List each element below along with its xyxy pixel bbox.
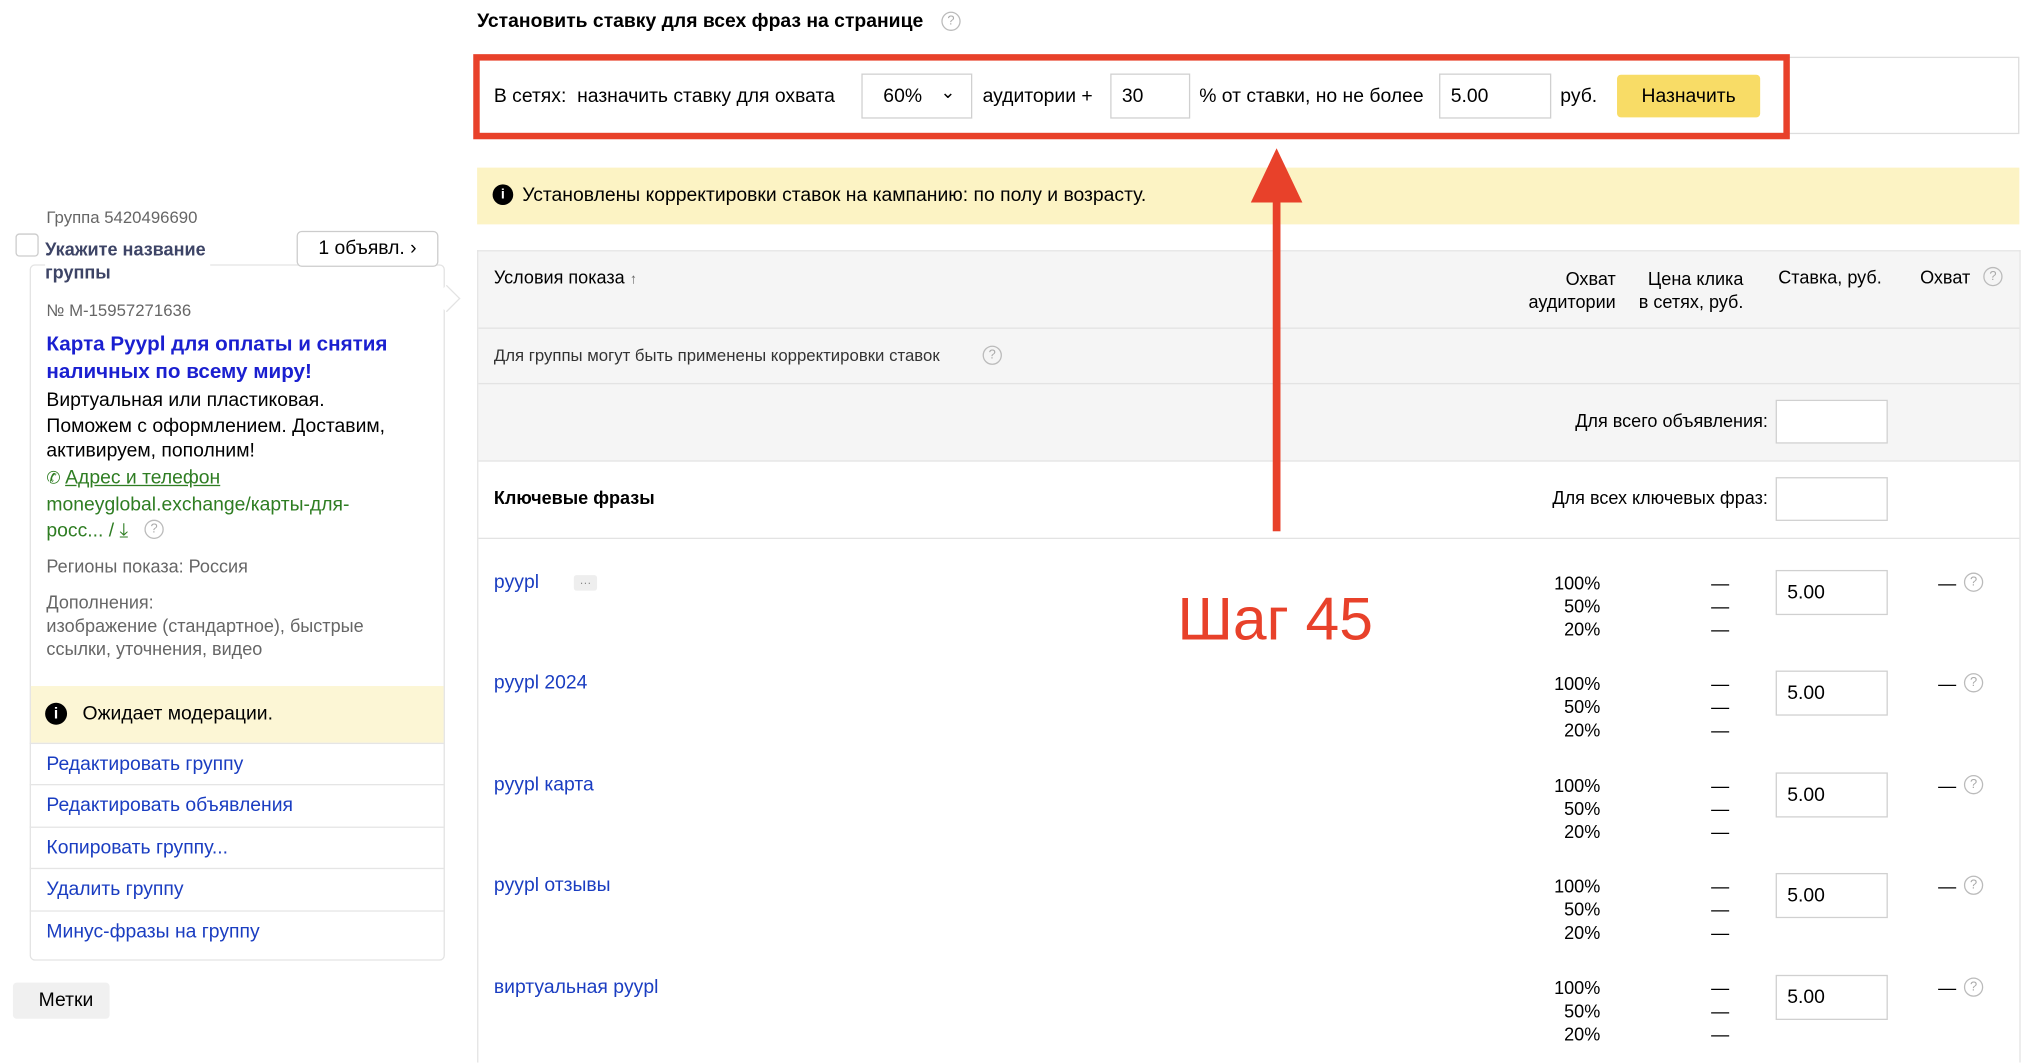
download-icon: ⤓	[119, 519, 129, 542]
column-coverage: Охват	[1920, 266, 1971, 288]
keyword-link[interactable]: pyypl отзывы	[494, 875, 611, 897]
group-id: Группа 5420496690	[46, 207, 198, 227]
reach-values: 100% 50% 20%	[1554, 572, 1601, 640]
price-values: — — —	[1711, 976, 1730, 1044]
coverage-value: —	[1938, 875, 1957, 897]
negative-keywords-link[interactable]: Минус-фразы на группу	[29, 910, 445, 951]
tags-button[interactable]: Метки	[12, 982, 110, 1019]
edit-group-link[interactable]: Редактировать группу	[29, 742, 445, 784]
reach-values: 100% 50% 20%	[1554, 875, 1601, 943]
group-checkbox[interactable]	[15, 233, 39, 257]
adjustments-note: Для группы могут быть применены корректи…	[493, 345, 940, 365]
bulk-title: Установить ставку для всех фраз на стран…	[477, 10, 924, 33]
column-reach: Охват аудитории	[1528, 268, 1616, 313]
all-keywords-bid-input[interactable]	[1775, 477, 1888, 521]
copy-group-link[interactable]: Копировать группу...	[29, 826, 445, 868]
ads-count-button[interactable]: 1 объявл. ›	[296, 230, 439, 267]
bid-input[interactable]: 5.00	[1775, 671, 1888, 717]
more-button[interactable]: ···	[573, 575, 598, 591]
price-values: — — —	[1711, 774, 1730, 842]
bid-input[interactable]: 5.00	[1775, 569, 1888, 616]
delete-group-link[interactable]: Удалить группу	[29, 867, 445, 909]
annotation-arrow-head	[1250, 148, 1303, 203]
column-bid: Ставка, руб.	[1778, 266, 1882, 288]
extras: Дополнения: изображение (стандартное), бы…	[46, 591, 364, 659]
reach-values: 100% 50% 20%	[1554, 976, 1601, 1044]
price-values: — — —	[1711, 673, 1730, 741]
group-name-input[interactable]: Укажите название группы	[45, 237, 211, 284]
info-icon: i	[492, 184, 514, 206]
keyword-link[interactable]: виртуальная pyypl	[494, 976, 659, 998]
phone-icon: ✆	[46, 468, 66, 488]
all-keywords-label: Для всех ключевых фраз:	[1552, 487, 1768, 509]
edit-ads-link[interactable]: Редактировать объявления	[29, 784, 445, 825]
ad-title[interactable]: Карта Pyypl для оплаты и снятия наличных …	[46, 331, 387, 385]
keyword-link[interactable]: pyypl	[494, 571, 539, 593]
ad-number: № M-15957271636	[46, 300, 192, 320]
moderation-status: i Ожидает модерации.	[30, 686, 444, 743]
campaign-notice: i Установлены корректировки ставок на ка…	[477, 167, 2020, 225]
annotation-arrow-shaft	[1272, 193, 1281, 532]
column-price: Цена клика в сетях, руб.	[1638, 268, 1744, 313]
help-icon[interactable]: ?	[1963, 976, 1984, 997]
reach-values: 100% 50% 20%	[1554, 774, 1601, 842]
coverage-value: —	[1938, 673, 1957, 695]
help-icon[interactable]: ?	[982, 345, 1002, 365]
reach-values: 100% 50% 20%	[1554, 673, 1601, 741]
highlight-box	[473, 54, 1790, 140]
help-icon[interactable]: ?	[1963, 572, 1984, 592]
whole-ad-bid-input[interactable]	[1775, 399, 1888, 444]
coverage-value: —	[1938, 774, 1957, 796]
help-icon[interactable]: ?	[1963, 774, 1984, 795]
price-values: — — —	[1711, 875, 1730, 943]
help-icon[interactable]: ?	[941, 11, 961, 31]
keyword-link[interactable]: pyypl карта	[494, 773, 594, 795]
keywords-title: Ключевые фразы	[493, 487, 655, 509]
help-icon[interactable]: ?	[1983, 266, 2003, 287]
bid-input[interactable]: 5.00	[1775, 772, 1888, 818]
coverage-value: —	[1938, 572, 1957, 594]
step-label: Шаг 45	[1177, 584, 1373, 653]
keyword-link[interactable]: pyypl 2024	[494, 672, 588, 694]
column-conditions[interactable]: Условия показа ↑	[494, 267, 637, 288]
info-icon: i	[45, 702, 68, 725]
contact-link[interactable]: ✆ Адрес и телефон	[46, 467, 220, 489]
sort-arrow-icon: ↑	[629, 272, 637, 288]
ad-url[interactable]: moneyglobal.exchange/карты-для-росс... /…	[46, 493, 349, 545]
bid-input[interactable]: 5.00	[1775, 974, 1888, 1020]
coverage-value: —	[1938, 976, 1957, 998]
ad-text: Виртуальная или пластиковая. Поможем с оф…	[46, 389, 386, 462]
bid-input[interactable]: 5.00	[1775, 873, 1888, 919]
help-icon[interactable]: ?	[144, 519, 164, 540]
whole-ad-label: Для всего объявления:	[1575, 410, 1768, 431]
price-values: — — —	[1711, 572, 1730, 640]
regions: Регионы показа: Россия	[46, 555, 248, 577]
